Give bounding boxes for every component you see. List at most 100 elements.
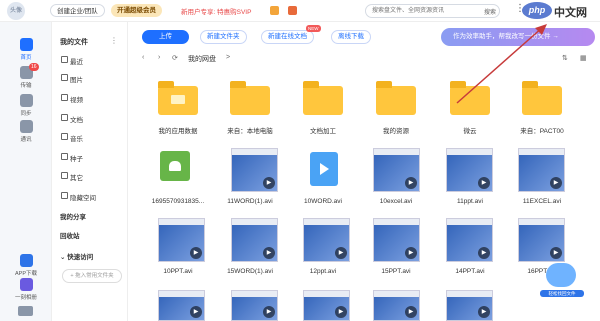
sidebar: 我的文件 ⋮ 最近 图片 视频 文档 音乐 种子 其它 隐藏空间 我的分享 回收… bbox=[52, 22, 128, 321]
mobile-icon bbox=[19, 254, 33, 267]
path-bar: ‹ › ⟳ 我的网盘 > ⇅ ▦ bbox=[128, 50, 600, 68]
nav-home-label: 首页 bbox=[20, 55, 32, 61]
file-name: 15WORD(1).avi bbox=[227, 268, 273, 275]
search-input[interactable] bbox=[366, 5, 474, 17]
file-name: 我的应用数据 bbox=[158, 128, 198, 135]
video-thumbnail[interactable] bbox=[373, 290, 420, 321]
sidebar-item-recent[interactable]: 最近 bbox=[61, 56, 83, 66]
file-name: 文档加工 bbox=[310, 128, 336, 135]
video-file-icon[interactable] bbox=[310, 152, 338, 186]
nav-transfer[interactable]: 16 传输 bbox=[0, 63, 52, 89]
video-thumbnail[interactable] bbox=[231, 148, 278, 192]
folder-icon bbox=[376, 81, 416, 115]
video-thumbnail[interactable] bbox=[518, 148, 565, 192]
video-thumbnail[interactable] bbox=[373, 218, 420, 262]
nav-sync-label: 同步 bbox=[20, 111, 32, 117]
video-thumbnail[interactable] bbox=[373, 148, 420, 192]
cloud-icon bbox=[546, 263, 576, 287]
video-thumbnail[interactable] bbox=[446, 290, 493, 321]
sync-icon bbox=[19, 94, 33, 107]
quick-access-label: 快速访问 bbox=[67, 254, 94, 261]
video-thumbnail[interactable] bbox=[158, 218, 205, 262]
create-team-button[interactable]: 创建企业/团队 bbox=[50, 4, 105, 17]
recover-files-label: 轻松找回文件 bbox=[540, 290, 584, 297]
toolbar: 上传 新建文件夹 新建在线文档 NEW 离线下载 作为效率助手，帮我改写一份文件… bbox=[128, 22, 600, 48]
video-thumbnail[interactable] bbox=[303, 218, 350, 262]
file-name: 来自：本地电脑 bbox=[227, 128, 273, 135]
bonus-icon[interactable] bbox=[288, 6, 297, 15]
sidebar-item-other[interactable]: 其它 bbox=[61, 172, 83, 182]
sidebar-item-images[interactable]: 图片 bbox=[61, 74, 83, 84]
file-name: 我的资源 bbox=[383, 128, 409, 135]
sidebar-item-hidden[interactable]: 隐藏空间 bbox=[61, 192, 96, 202]
ai-assistant-banner[interactable]: 作为效率助手，帮我改写一份文件 → bbox=[441, 28, 595, 46]
video-thumbnail[interactable] bbox=[303, 290, 350, 321]
video-thumbnail[interactable] bbox=[158, 290, 205, 321]
sidebar-item-label: 种子 bbox=[70, 156, 83, 163]
video-thumbnail[interactable] bbox=[446, 148, 493, 192]
trash-link[interactable]: 回收站 bbox=[60, 230, 80, 240]
sidebar-item-docs[interactable]: 文档 bbox=[61, 114, 83, 124]
file-name: 15PPT.avi bbox=[381, 268, 411, 275]
search-box: 搜索 bbox=[365, 4, 500, 18]
album-icon bbox=[19, 278, 33, 291]
sidebar-item-label: 最近 bbox=[70, 59, 83, 66]
search-button[interactable]: 搜索 bbox=[484, 7, 496, 16]
more-dots-icon bbox=[61, 172, 68, 179]
svip-promo-link[interactable]: 新用户专享: 特惠购SVIP bbox=[181, 6, 251, 16]
file-name: 11EXCEL.avi bbox=[522, 198, 562, 205]
sidebar-title[interactable]: 我的文件 bbox=[60, 37, 88, 47]
file-name: 14PPT.avi bbox=[455, 268, 485, 275]
back-icon[interactable]: ‹ bbox=[142, 54, 144, 61]
music-icon bbox=[61, 133, 68, 140]
new-online-doc-button[interactable]: 新建在线文档 bbox=[261, 30, 314, 44]
file-name: 11WORD(1).avi bbox=[227, 198, 273, 205]
nav-sync[interactable]: 同步 bbox=[0, 94, 52, 117]
sidebar-item-label: 其它 bbox=[70, 175, 83, 182]
new-folder-button[interactable]: 新建文件夹 bbox=[200, 30, 247, 44]
sidebar-item-torrents[interactable]: 种子 bbox=[61, 153, 83, 163]
nav-app-download[interactable]: APP下载 bbox=[0, 254, 52, 277]
document-icon bbox=[61, 114, 68, 121]
file-name: 10PPT.avi bbox=[163, 268, 193, 275]
file-name: 11ppt.avi bbox=[457, 198, 483, 205]
video-thumbnail[interactable] bbox=[518, 218, 565, 262]
file-grid: 我的应用数据 来自：本地电脑 文档加工 我的资源 微云 来自：PACT00 16… bbox=[128, 68, 600, 321]
add-quick-folder-button[interactable]: + 拖入常用文件夹 bbox=[62, 269, 122, 283]
sidebar-item-videos[interactable]: 视频 bbox=[61, 94, 83, 104]
top-bar: 头像 创建企业/团队 开通超级会员 新用户专享: 特惠购SVIP 搜索 ⋮ ph… bbox=[0, 0, 600, 22]
folder-icon bbox=[158, 81, 198, 115]
video-thumbnail[interactable] bbox=[231, 290, 278, 321]
nav-home[interactable]: 首页 bbox=[0, 38, 52, 61]
upload-button[interactable]: 上传 bbox=[142, 30, 189, 44]
sort-icon[interactable]: ⇅ bbox=[562, 54, 568, 62]
view-toggle-icon[interactable]: ▦ bbox=[580, 54, 587, 62]
sidebar-item-music[interactable]: 音乐 bbox=[61, 133, 83, 143]
nav-album[interactable]: 一刻相册 bbox=[0, 278, 52, 301]
vip-button[interactable]: 开通超级会员 bbox=[111, 4, 162, 17]
video-thumbnail[interactable] bbox=[446, 218, 493, 262]
nav-app-label: APP下载 bbox=[14, 271, 37, 277]
refresh-icon[interactable]: ⟳ bbox=[172, 54, 178, 62]
clock-icon bbox=[61, 56, 68, 63]
android-apk-icon[interactable] bbox=[160, 151, 190, 181]
file-name: 微云 bbox=[463, 128, 477, 135]
quick-access-header[interactable]: ⌄ 快速访问 bbox=[60, 251, 93, 261]
sidebar-more-icon[interactable]: ⋮ bbox=[110, 36, 118, 45]
breadcrumb-root[interactable]: 我的网盘 bbox=[188, 54, 216, 64]
gift-icon[interactable] bbox=[270, 6, 279, 15]
folder-icon bbox=[450, 81, 490, 115]
file-name: 10WORD.avi bbox=[304, 198, 342, 205]
folder-icon bbox=[522, 81, 562, 115]
nav-contacts[interactable]: 通讯 bbox=[0, 120, 52, 143]
php-logo-text: 中文网 bbox=[554, 7, 587, 19]
recover-files-fab[interactable]: 轻松找回文件 bbox=[540, 263, 584, 299]
file-name: 12ppt.avi bbox=[309, 268, 337, 275]
grid-apps-icon[interactable] bbox=[18, 306, 33, 316]
offline-download-button[interactable]: 离线下载 bbox=[331, 30, 371, 44]
user-avatar[interactable]: 头像 bbox=[7, 2, 25, 20]
forward-icon[interactable]: › bbox=[158, 54, 160, 61]
my-share-link[interactable]: 我的分享 bbox=[60, 211, 86, 221]
seed-icon bbox=[61, 153, 68, 160]
video-thumbnail[interactable] bbox=[231, 218, 278, 262]
